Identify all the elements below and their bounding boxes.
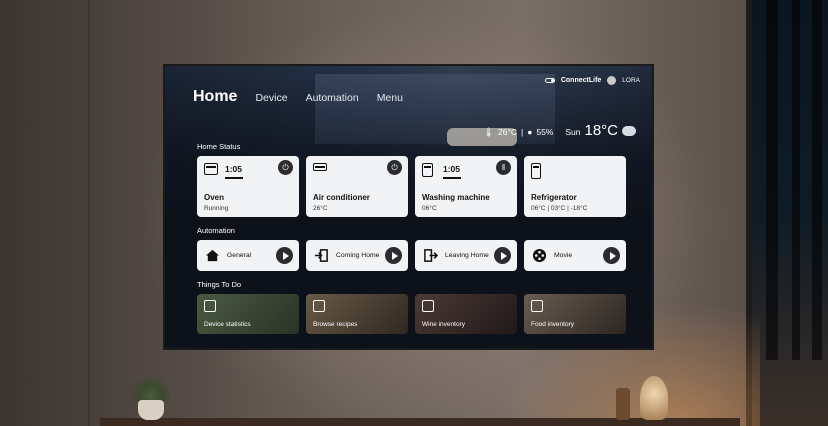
timer-underline [225, 177, 243, 179]
home-status-row: 1:05 ⏻ Oven Running ⏻ Air conditioner 26… [197, 156, 626, 217]
tree-silhouette [792, 0, 800, 360]
plant-pot [138, 400, 164, 420]
card-status: 06°C [422, 205, 437, 212]
automation-row: General Coming Home Leaving Home Movie [197, 240, 626, 271]
weather-day: Sun [565, 127, 581, 137]
todo-wine-inventory[interactable]: Wine inventory [415, 294, 517, 334]
washing-machine-icon [422, 163, 433, 177]
status-card-oven[interactable]: 1:05 ⏻ Oven Running [197, 156, 299, 217]
todo-label: Food inventory [531, 321, 574, 328]
lamp-vase [640, 376, 668, 420]
wall-edge [88, 0, 90, 426]
washer-timer: 1:05 [443, 164, 461, 174]
card-title: Refrigerator [531, 193, 577, 202]
user-name[interactable]: LORA [622, 77, 640, 84]
section-title-home-status: Home Status [197, 142, 241, 151]
automation-label: General [227, 251, 252, 259]
todo-label: Device statistics [204, 321, 251, 328]
tv-screen: Home Device Automation Menu ConnectLife … [163, 64, 654, 350]
connectlife-logo-icon [544, 78, 555, 83]
status-card-refrigerator[interactable]: Refrigerator 06°C | 03°C | -18°C [524, 156, 626, 217]
automation-label: Leaving Home [445, 251, 489, 259]
plug-icon [204, 300, 216, 312]
power-icon[interactable]: ⏻ [387, 160, 402, 175]
brand-area: ConnectLife LORA [544, 76, 640, 85]
section-title-things-to-do: Things To Do [197, 280, 242, 289]
status-card-washing-machine[interactable]: 1:05 ‖ Washing machine 06°C [415, 156, 517, 217]
home-icon [205, 249, 220, 262]
nav-item-device[interactable]: Device [255, 92, 287, 104]
brand-name: ConnectLife [560, 77, 602, 84]
oven-icon [204, 163, 218, 175]
power-icon[interactable]: ⏻ [278, 160, 293, 175]
play-icon[interactable] [494, 247, 511, 264]
card-status: 26°C [313, 205, 328, 212]
partly-cloudy-icon [618, 123, 636, 136]
separator: | [520, 127, 524, 137]
outdoor-temp: 18°C [584, 122, 618, 139]
play-icon[interactable] [276, 247, 293, 264]
todo-label: Wine inventory [422, 321, 465, 328]
tree-silhouette [812, 0, 822, 360]
oven-timer: 1:05 [225, 164, 243, 174]
todo-food-inventory[interactable]: Food inventory [524, 294, 626, 334]
card-status: Running [204, 205, 229, 212]
food-icon [531, 300, 543, 312]
pause-icon[interactable]: ‖ [496, 160, 511, 175]
automation-label: Coming Home [336, 251, 380, 259]
timer-underline [443, 177, 461, 179]
top-nav: Home Device Automation Menu [193, 88, 403, 106]
card-title: Air conditioner [313, 193, 370, 202]
film-reel-icon [532, 248, 547, 263]
bottle-icon [422, 300, 434, 312]
bowl-icon [313, 300, 325, 312]
card-title: Washing machine [422, 193, 490, 202]
vase [616, 388, 630, 420]
automation-leaving-home[interactable]: Leaving Home [415, 240, 517, 271]
tree-silhouette [766, 0, 778, 360]
card-title: Oven [204, 193, 225, 202]
nav-item-menu[interactable]: Menu [377, 92, 403, 104]
nav-home-title[interactable]: Home [193, 88, 237, 106]
thermometer-icon: 🌡︎ [483, 127, 494, 137]
refrigerator-icon [531, 163, 541, 179]
todo-device-statistics[interactable]: Device statistics [197, 294, 299, 334]
todo-browse-recipes[interactable]: Browse recipes [306, 294, 408, 334]
weather-widget: 🌡︎ 26°C | ● 55% Sun 18°C [483, 122, 636, 139]
automation-coming-home[interactable]: Coming Home [306, 240, 408, 271]
avatar[interactable] [607, 76, 617, 85]
door-exit-icon [424, 249, 438, 262]
section-title-automation: Automation [197, 226, 235, 235]
todo-label: Browse recipes [313, 321, 358, 328]
things-to-do-row: Device statistics Browse recipes Wine in… [197, 294, 626, 334]
automation-label: Movie [554, 251, 573, 259]
droplet-icon: ● [527, 127, 533, 137]
nav-item-automation[interactable]: Automation [306, 92, 359, 104]
door-enter-icon [314, 249, 328, 262]
automation-general[interactable]: General [197, 240, 299, 271]
card-status: 06°C | 03°C | -18°C [531, 205, 588, 212]
status-card-air-conditioner[interactable]: ⏻ Air conditioner 26°C [306, 156, 408, 217]
plant [132, 374, 170, 402]
air-conditioner-icon [313, 163, 327, 171]
indoor-temp: 26°C [497, 127, 517, 137]
play-icon[interactable] [385, 247, 402, 264]
play-icon[interactable] [603, 247, 620, 264]
automation-movie[interactable]: Movie [524, 240, 626, 271]
humidity: 55% [536, 127, 554, 137]
